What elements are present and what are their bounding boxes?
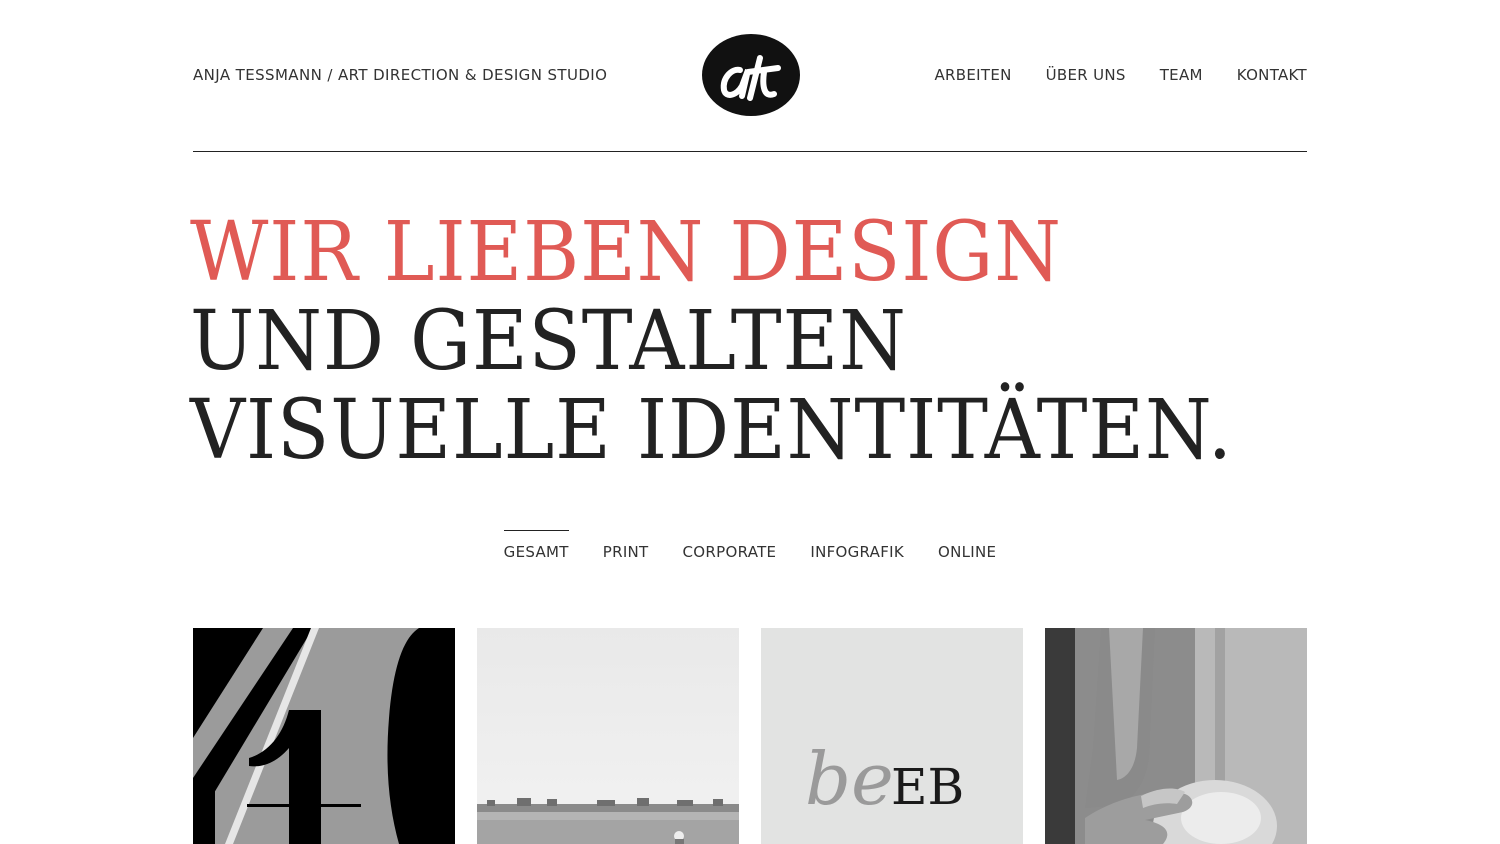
filter-corporate[interactable]: CORPORATE <box>683 530 777 561</box>
typography-40-image <box>193 628 455 844</box>
filter-print[interactable]: PRINT <box>603 530 649 561</box>
portfolio-tile-hands[interactable] <box>1045 628 1307 844</box>
portfolio-filter-nav: GESAMT PRINT CORPORATE INFOGRAFIK ONLINE <box>0 530 1500 561</box>
filter-gesamt[interactable]: GESAMT <box>503 530 569 561</box>
site-header: ANJA TESSMANN / ART DIRECTION & DESIGN S… <box>193 0 1307 152</box>
portfolio-grid: be EB <box>193 628 1307 844</box>
filter-infografik[interactable]: INFOGRAFIK <box>810 530 904 561</box>
filter-online[interactable]: ONLINE <box>938 530 996 561</box>
landscape-photo <box>477 628 739 844</box>
beeb-logo-script: be <box>805 737 894 821</box>
portfolio-tile-typography[interactable] <box>193 628 455 844</box>
beeb-logo-image: be EB <box>761 628 1023 844</box>
nav-item-team[interactable]: TEAM <box>1160 66 1203 84</box>
portfolio-tile-landscape[interactable] <box>477 628 739 844</box>
nav-item-arbeiten[interactable]: ARBEITEN <box>935 66 1012 84</box>
hero-line-3: VISUELLE IDENTITÄTEN. <box>190 383 1233 478</box>
studio-name[interactable]: ANJA TESSMANN / ART DIRECTION & DESIGN S… <box>193 66 607 84</box>
portfolio-tile-beeb[interactable]: be EB <box>761 628 1023 844</box>
hero-line-2: UND GESTALTEN <box>190 294 907 389</box>
hero-headline: WIR LIEBEN DESIGN UND GESTALTEN VISUELLE… <box>190 208 1310 475</box>
at-monogram-logo[interactable] <box>702 34 800 116</box>
nav-item-ueber-uns[interactable]: ÜBER UNS <box>1046 66 1126 84</box>
nav-item-kontakt[interactable]: KONTAKT <box>1237 66 1307 84</box>
beeb-logo-serif: EB <box>891 758 964 816</box>
hero-line-1: WIR LIEBEN DESIGN <box>190 205 1062 300</box>
hands-photo <box>1045 628 1307 844</box>
main-nav: ARBEITEN ÜBER UNS TEAM KONTAKT <box>935 66 1308 84</box>
